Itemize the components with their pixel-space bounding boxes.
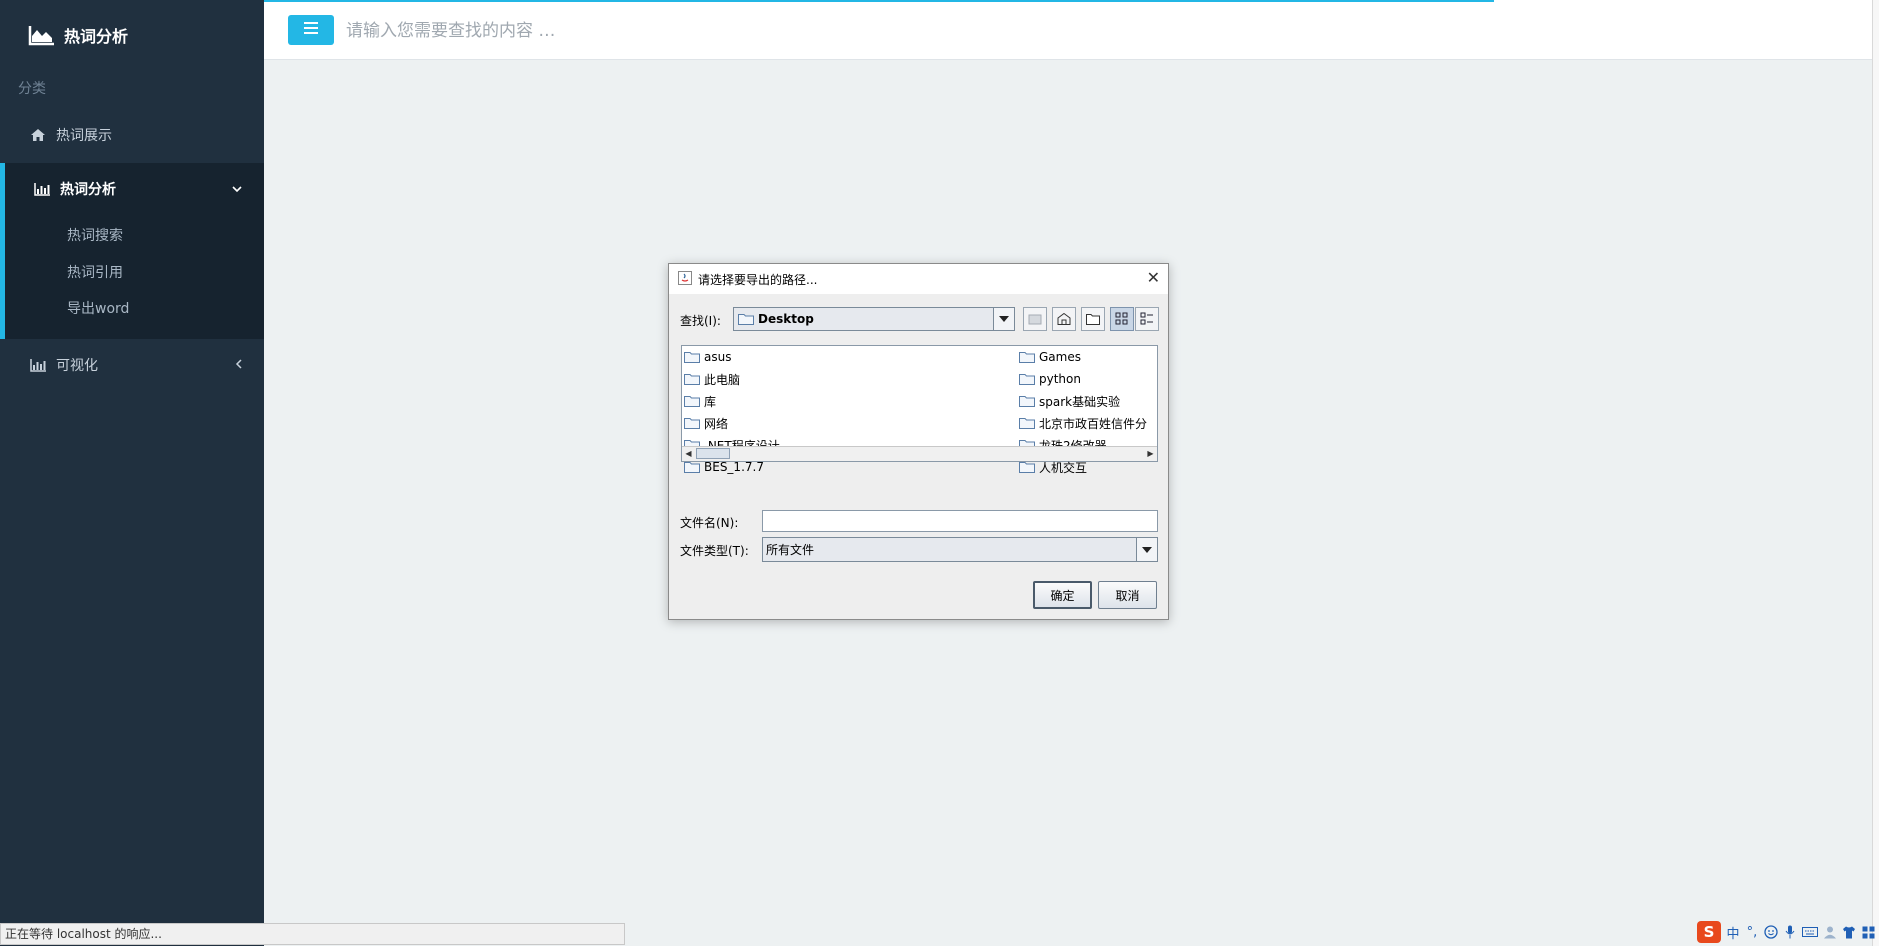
- folder-icon: [684, 417, 700, 429]
- close-icon[interactable]: ✕: [1147, 269, 1160, 287]
- folder-icon: [1019, 395, 1035, 407]
- home-folder-button[interactable]: [1052, 307, 1076, 331]
- horizontal-scrollbar[interactable]: ◀ ▶: [682, 446, 1157, 461]
- list-item[interactable]: Games: [1019, 347, 1157, 367]
- list-item[interactable]: python: [1019, 369, 1157, 389]
- folder-icon: [684, 395, 700, 407]
- microphone-icon[interactable]: [1783, 925, 1797, 939]
- file-name: 库: [704, 394, 717, 409]
- chevron-left-icon: [235, 358, 242, 372]
- file-name: 此电脑: [704, 372, 741, 387]
- folder-icon: [1019, 417, 1035, 429]
- home-icon: [30, 127, 46, 143]
- ok-button[interactable]: 确定: [1033, 581, 1092, 609]
- filename-label: 文件名(N):: [680, 516, 739, 530]
- folder-icon: [1019, 373, 1035, 385]
- details-view-button[interactable]: [1135, 307, 1159, 331]
- look-in-value: Desktop: [758, 312, 814, 326]
- home-icon: [1057, 313, 1071, 325]
- keyboard-icon[interactable]: [1802, 926, 1818, 938]
- sidebar-item-hotword-analysis[interactable]: 热词分析: [5, 163, 264, 215]
- export-path-dialog: 请选择要导出的路径... ✕ 查找(I): Desktop asus 此电脑 库…: [668, 263, 1169, 620]
- punctuation-toggle[interactable]: °,: [1745, 925, 1759, 940]
- folder-icon: [1019, 461, 1035, 473]
- list-item[interactable]: 库: [684, 391, 1004, 411]
- chevron-down-icon[interactable]: [993, 308, 1014, 330]
- skin-shirt-icon[interactable]: [1842, 926, 1856, 939]
- list-item[interactable]: 此电脑: [684, 369, 1004, 389]
- emoji-icon[interactable]: [1764, 925, 1778, 939]
- sidebar: 热词分析 分类 热词展示 热词分析 热词搜索 热词引用 导出word 可视化: [0, 0, 264, 946]
- dialog-title: 请选择要导出的路径...: [698, 272, 818, 287]
- new-folder-icon: [1086, 313, 1100, 325]
- list-item[interactable]: asus: [684, 347, 1004, 367]
- file-name: spark基础实验: [1039, 394, 1121, 409]
- up-one-level-button[interactable]: [1023, 307, 1047, 331]
- area-chart-icon: [28, 24, 56, 46]
- sogou-logo-icon[interactable]: S: [1697, 921, 1721, 943]
- sidebar-item-visualization[interactable]: 可视化: [0, 343, 264, 387]
- file-name: 北京市政百姓信件分: [1039, 416, 1148, 431]
- filetype-value: 所有文件: [766, 543, 815, 557]
- user-icon[interactable]: [1823, 925, 1837, 939]
- file-name: Games: [1039, 350, 1081, 364]
- window-scrollbar[interactable]: [1872, 0, 1879, 946]
- sidebar-item-label: 热词展示: [56, 128, 112, 144]
- list-view-button[interactable]: [1110, 307, 1134, 331]
- bar-chart-icon: [30, 357, 46, 373]
- filetype-label: 文件类型(T):: [680, 544, 749, 558]
- filename-field[interactable]: [762, 510, 1158, 532]
- sidebar-toggle-button[interactable]: [288, 15, 334, 45]
- list-item[interactable]: 网络: [684, 413, 1004, 433]
- ime-mode-toggle[interactable]: 中: [1726, 923, 1740, 942]
- sidebar-subitem-export-word[interactable]: 导出word: [67, 298, 129, 318]
- toolbox-grid-icon[interactable]: [1861, 926, 1875, 939]
- bar-chart-icon: [34, 182, 50, 196]
- section-label: 分类: [18, 81, 46, 97]
- list-item[interactable]: 北京市政百姓信件分: [1019, 413, 1157, 433]
- filetype-select[interactable]: 所有文件: [762, 537, 1158, 562]
- dialog-titlebar[interactable]: 请选择要导出的路径... ✕: [669, 264, 1168, 294]
- up-folder-icon: [1028, 313, 1042, 325]
- look-in-select[interactable]: Desktop: [733, 307, 1015, 331]
- menu-icon: [304, 22, 318, 38]
- folder-icon: [1019, 351, 1035, 363]
- file-name: python: [1039, 372, 1081, 386]
- ime-toolbar: S 中 °,: [1697, 920, 1875, 944]
- sidebar-item-hotword-display[interactable]: 热词展示: [0, 113, 264, 157]
- chevron-down-icon: [232, 182, 242, 196]
- scrollbar-thumb[interactable]: [696, 448, 730, 459]
- sidebar-subitem-hotword-citation[interactable]: 热词引用: [67, 262, 123, 282]
- scroll-left-icon[interactable]: ◀: [682, 447, 695, 460]
- brand-title: 热词分析: [64, 27, 129, 46]
- folder-icon: [684, 461, 700, 473]
- file-name: BES_1.7.7: [704, 460, 764, 474]
- sidebar-group-hotword-analysis: 热词分析 热词搜索 热词引用 导出word: [0, 163, 264, 339]
- search-input[interactable]: [344, 14, 948, 48]
- folder-icon: [684, 373, 700, 385]
- look-in-label: 查找(I):: [680, 314, 721, 328]
- details-view-icon: [1140, 312, 1154, 326]
- scroll-right-icon[interactable]: ▶: [1144, 447, 1157, 460]
- new-folder-button[interactable]: [1081, 307, 1105, 331]
- list-item[interactable]: spark基础实验: [1019, 391, 1157, 411]
- list-view-icon: [1115, 312, 1129, 326]
- sidebar-subitem-hotword-search[interactable]: 热词搜索: [67, 225, 123, 245]
- cancel-button[interactable]: 取消: [1098, 581, 1157, 609]
- browser-status-bar: 正在等待 localhost 的响应...: [0, 923, 625, 945]
- sidebar-item-label: 可视化: [56, 358, 98, 374]
- sidebar-item-label: 热词分析: [60, 182, 116, 198]
- file-name: asus: [704, 350, 732, 364]
- folder-icon: [738, 313, 754, 325]
- page-load-progress-bar: [264, 0, 1494, 2]
- file-name: 人机交互: [1039, 460, 1088, 475]
- brand[interactable]: 热词分析: [28, 20, 128, 50]
- folder-icon: [684, 351, 700, 363]
- file-list: asus 此电脑 库 网络 .NET程序设计 BES_1.7.7 Games: [681, 345, 1158, 475]
- file-name: 网络: [704, 416, 729, 431]
- chevron-down-icon[interactable]: [1136, 538, 1157, 561]
- java-app-icon: [678, 270, 692, 288]
